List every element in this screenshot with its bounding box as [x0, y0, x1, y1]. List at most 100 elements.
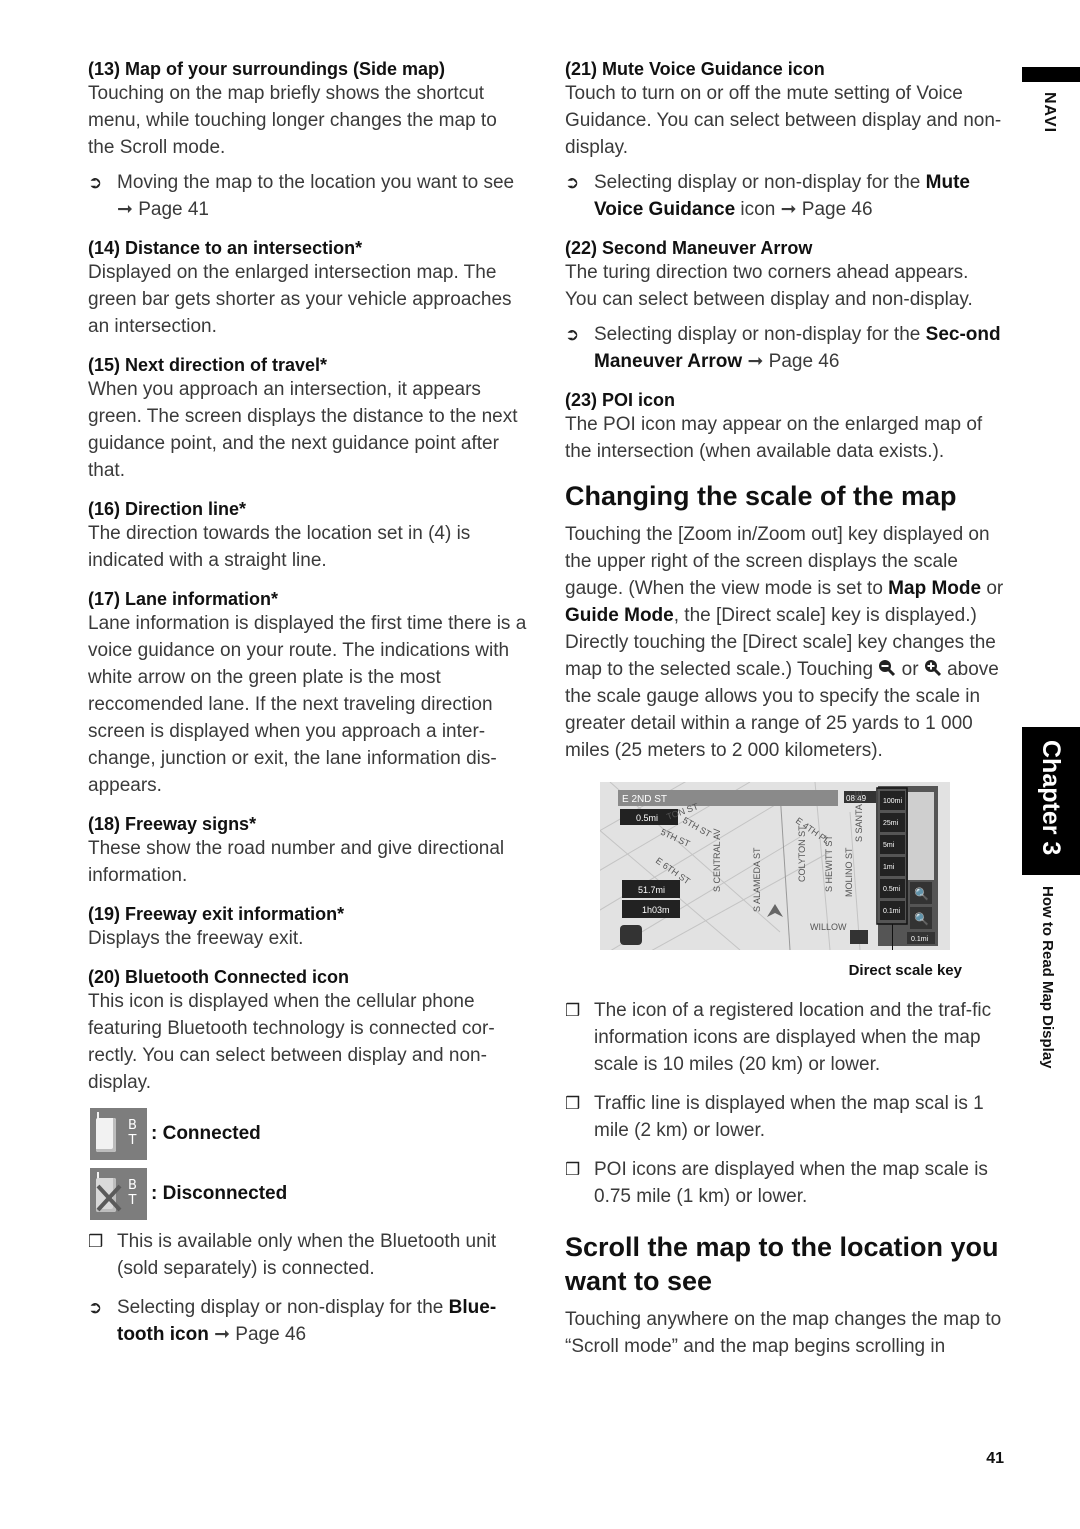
- section-body: The turing direction two corners ahead a…: [565, 262, 973, 310]
- page-link[interactable]: Page 46: [235, 1324, 306, 1345]
- scale-paragraph: Touching the [Zoom in/Zoom out] key disp…: [565, 524, 1004, 761]
- svg-text:🔍: 🔍: [914, 911, 929, 926]
- mute-voice-icon: [850, 930, 868, 944]
- street-label: COLYTON ST: [797, 825, 807, 882]
- section-21: (21) Mute Voice Guidance icon Touch to t…: [565, 58, 1005, 223]
- bluetooth-disconnected-icon: BT: [90, 1168, 147, 1220]
- street-name-text: E 2ND ST: [622, 794, 667, 805]
- section-title: (18) Freeway signs*: [88, 814, 257, 834]
- section-title: (16) Direction line*: [88, 499, 247, 519]
- current-scale-text: 0.1mi: [911, 936, 929, 943]
- scale-gauge: [908, 792, 934, 880]
- page-reference: ➲ Moving the map to the location you wan…: [88, 169, 528, 223]
- section-17: (17) Lane information* Lane information …: [88, 588, 528, 799]
- direct-scale-key-label: 25mi: [883, 820, 899, 827]
- heading-scroll-map: Scroll the map to the location you want …: [565, 1232, 999, 1296]
- page-link[interactable]: Page 46: [769, 351, 840, 372]
- checkbox-bullet-icon: ❒: [565, 1094, 581, 1113]
- section-body: This icon is displayed when the cellular…: [88, 991, 495, 1093]
- section-title: (23) POI icon: [565, 390, 676, 410]
- section-title: (22) Second Maneuver Arrow: [565, 238, 813, 258]
- chapter-label: Chapter 3: [1037, 740, 1065, 856]
- bluetooth-connected-icon: BT: [90, 1108, 147, 1160]
- street-label: MOLINO ST: [844, 847, 854, 897]
- section-18: (18) Freeway signs* These show the road …: [88, 813, 528, 889]
- navi-tab-block: [1022, 67, 1080, 82]
- section-body: Displays the freeway exit.: [88, 928, 304, 949]
- chapter-title: How to Read Map Display: [1039, 886, 1056, 1069]
- section-body: The direction towards the location set i…: [88, 523, 471, 571]
- section-title: (15) Next direction of travel*: [88, 355, 328, 375]
- info-note: ❒ The icon of a registered location and …: [565, 997, 1005, 1078]
- next-distance-text: 0.5mi: [636, 813, 658, 823]
- total-distance-text: 51.7mi: [638, 885, 665, 895]
- section-title: (21) Mute Voice Guidance icon: [565, 59, 825, 79]
- section-19: (19) Freeway exit information* Displays …: [88, 903, 528, 952]
- bt-disconnected-label: : Disconnected: [151, 1183, 288, 1204]
- section-15: (15) Next direction of travel* When you …: [88, 354, 528, 484]
- street-label: S HEWITT ST: [824, 835, 834, 892]
- bt-connected-label: : Connected: [151, 1123, 261, 1144]
- right-column: (21) Mute Voice Guidance icon Touch to t…: [565, 58, 1005, 1360]
- section-title: (14) Distance to an intersection*: [88, 238, 363, 258]
- page-link[interactable]: Page 46: [802, 199, 873, 220]
- compass-button: [620, 925, 642, 945]
- direct-scale-key-label: 0.1mi: [883, 908, 901, 915]
- reference-arrow-icon: ➲: [88, 173, 103, 192]
- page-link[interactable]: Page 41: [138, 199, 209, 220]
- section-title: (17) Lane information*: [88, 589, 279, 609]
- page-reference: ➲ Selecting display or non-display for t…: [565, 321, 1005, 375]
- info-note: ❒ Traffic line is displayed when the map…: [565, 1090, 1005, 1144]
- reference-arrow-icon: ➲: [565, 325, 580, 344]
- caption-leader-line: [892, 924, 893, 950]
- section-body: Touching on the map briefly shows the sh…: [88, 83, 497, 158]
- total-time-text: 1h03m: [642, 905, 670, 915]
- right-arrow-icon: ➞: [117, 199, 133, 220]
- page-number: 41: [986, 1450, 1004, 1467]
- info-note: ❒ This is available only when the Blueto…: [88, 1228, 528, 1282]
- zoom-in-icon: [924, 660, 941, 677]
- section-16: (16) Direction line* The direction towar…: [88, 498, 528, 574]
- reference-arrow-icon: ➲: [565, 173, 580, 192]
- section-14: (14) Distance to an intersection* Displa…: [88, 237, 528, 340]
- zoom-out-icon: [879, 660, 896, 677]
- section-title: (20) Bluetooth Connected icon: [88, 967, 349, 987]
- reference-arrow-icon: ➲: [88, 1298, 103, 1317]
- direct-scale-key-label: 0.5mi: [883, 886, 901, 893]
- scroll-paragraph: Touching anywhere on the map changes the…: [565, 1309, 1002, 1357]
- bt-disconnected-row: BT : Disconnected: [90, 1168, 528, 1220]
- section-body: These show the road number and give dire…: [88, 838, 505, 886]
- section-body: The POI icon may appear on the enlarged …: [565, 414, 983, 462]
- direct-scale-key-label: 1mi: [883, 864, 895, 871]
- checkbox-bullet-icon: ❒: [565, 1001, 581, 1020]
- section-body: Lane information is displayed the first …: [88, 613, 527, 796]
- map-svg: E 2ND ST 0.5mi 08:49 51.7mi 1h03m TON ST…: [600, 782, 950, 950]
- street-label: S SANTA FE: [854, 791, 864, 842]
- svg-text:🔍: 🔍: [914, 886, 929, 901]
- section-body: When you approach an intersection, it ap…: [88, 379, 518, 481]
- checkbox-bullet-icon: ❒: [88, 1232, 104, 1251]
- right-arrow-icon: ➞: [780, 199, 797, 220]
- street-label: S CENTRAL AV: [712, 828, 722, 892]
- map-screenshot-figure: E 2ND ST 0.5mi 08:49 51.7mi 1h03m TON ST…: [600, 782, 950, 950]
- right-arrow-icon: ➞: [214, 1324, 231, 1345]
- section-13: (13) Map of your surroundings (Side map)…: [88, 58, 528, 223]
- section-title: (19) Freeway exit information*: [88, 904, 345, 924]
- section-23: (23) POI icon The POI icon may appear on…: [565, 389, 1005, 465]
- section-title: (13) Map of your surroundings (Side map): [88, 59, 446, 79]
- checkbox-bullet-icon: ❒: [565, 1160, 581, 1179]
- figure-caption: Direct scale key: [848, 962, 962, 979]
- section-22: (22) Second Maneuver Arrow The turing di…: [565, 237, 1005, 375]
- navi-section-label: NAVI: [1041, 92, 1058, 134]
- section-body: Touch to turn on or off the mute setting…: [565, 83, 1002, 158]
- right-arrow-icon: ➞: [747, 351, 764, 372]
- bt-connected-row: BT : Connected: [90, 1108, 528, 1160]
- left-column: (13) Map of your surroundings (Side map)…: [88, 58, 528, 1362]
- page-reference: ➲ Selecting display or non-display for t…: [565, 169, 1005, 223]
- section-body: Displayed on the enlarged intersection m…: [88, 262, 512, 337]
- heading-changing-scale: Changing the scale of the map: [565, 481, 957, 511]
- street-label: S ALAMEDA ST: [752, 847, 762, 912]
- page-reference: ➲ Selecting display or non-display for t…: [88, 1294, 528, 1348]
- direct-scale-key-label: 5mi: [883, 842, 895, 849]
- direct-scale-key-label: 100mi: [883, 798, 903, 805]
